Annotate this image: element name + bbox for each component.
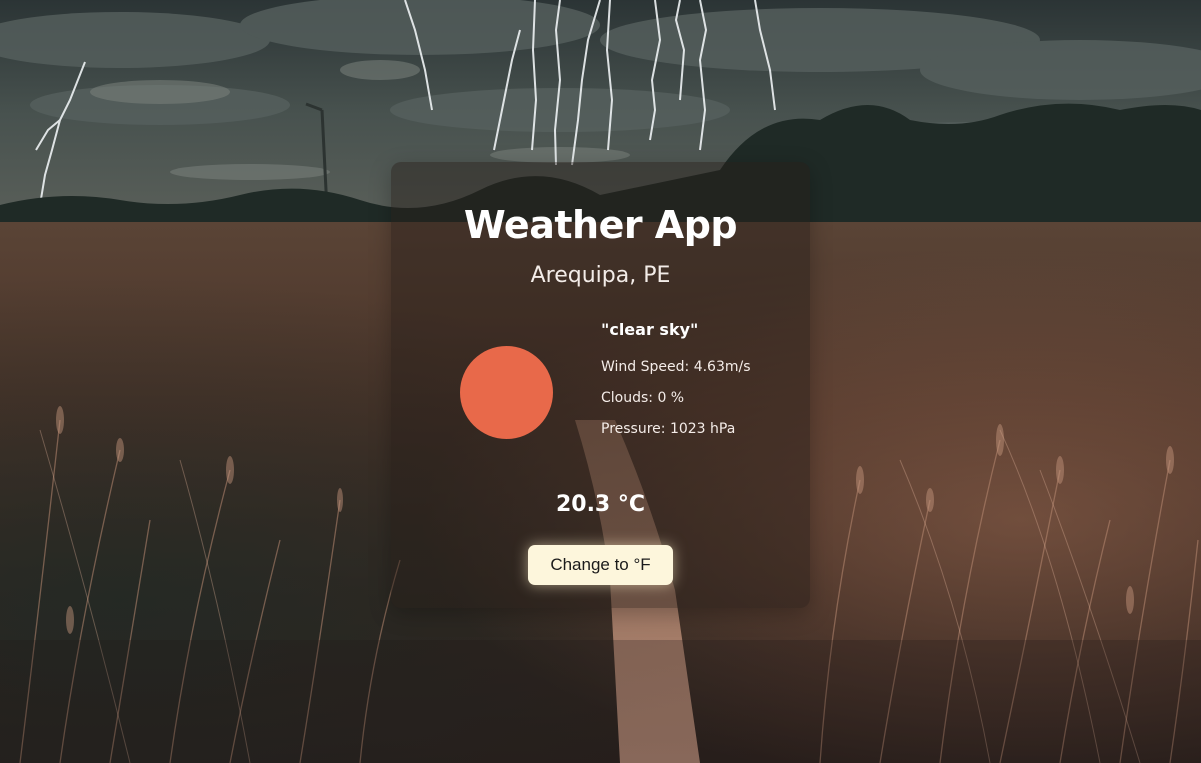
weather-card: Weather App Arequipa, PE "clear sky" Win… — [391, 162, 810, 608]
sun-icon — [460, 346, 553, 439]
temperature-value: 20.3 °C — [555, 492, 646, 517]
weather-details: "clear sky" Wind Speed: 4.63m/s Clouds: … — [601, 318, 801, 451]
pressure-label: Pressure: 1023 hPa — [601, 421, 736, 437]
location-label: Arequipa, PE — [530, 263, 671, 288]
weather-description: "clear sky" — [601, 320, 699, 339]
wind-speed-label: Wind Speed: 4.63m/s — [601, 359, 751, 375]
app-title: Weather App — [463, 203, 738, 247]
clouds-label: Clouds: 0 % — [601, 390, 685, 406]
change-unit-button[interactable]: Change to °F — [528, 545, 673, 585]
